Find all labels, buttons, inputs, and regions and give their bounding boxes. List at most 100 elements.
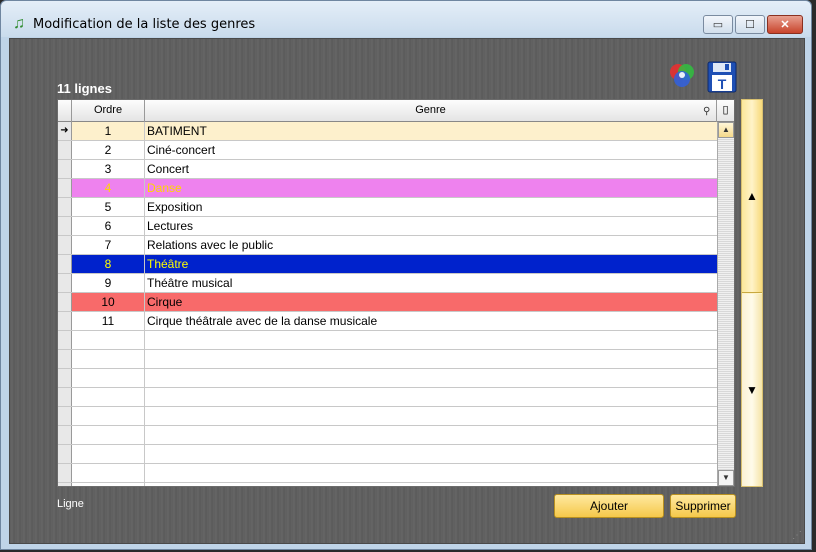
- ordre-cell[interactable]: 7: [72, 236, 145, 254]
- triangle-down-icon: ▼: [746, 383, 758, 397]
- floppy-disk-icon[interactable]: T: [707, 61, 737, 93]
- header-genre[interactable]: Genre: [145, 100, 717, 122]
- title-bar[interactable]: ♫ Modification de la liste des genres ▭ …: [1, 1, 811, 37]
- column-menu-icon[interactable]: ▯: [717, 100, 734, 122]
- table-row[interactable]: 3 Concert: [58, 160, 717, 179]
- empty-row[interactable]: [58, 350, 717, 369]
- row-selector[interactable]: [58, 293, 72, 311]
- table-row[interactable]: 9 Théâtre musical: [58, 274, 717, 293]
- delete-button[interactable]: Supprimer: [670, 494, 736, 518]
- color-wheel-icon[interactable]: [667, 61, 697, 91]
- dialog-window: ♫ Modification de la liste des genres ▭ …: [0, 0, 812, 550]
- minimize-button[interactable]: ▭: [703, 15, 733, 34]
- ordre-cell[interactable]: 6: [72, 217, 145, 235]
- genre-cell[interactable]: Relations avec le public: [146, 236, 716, 254]
- row-selector[interactable]: [58, 179, 72, 197]
- ligne-label: Ligne: [57, 498, 84, 510]
- ordre-cell[interactable]: 2: [72, 141, 145, 159]
- table-header: Ordre Genre ⚲ ▯: [58, 100, 734, 122]
- ordre-cell[interactable]: 8: [72, 255, 145, 273]
- search-icon[interactable]: ⚲: [703, 106, 710, 117]
- genre-cell[interactable]: Danse: [146, 179, 716, 197]
- row-selector[interactable]: [58, 407, 72, 425]
- ordre-cell[interactable]: 4: [72, 179, 145, 197]
- row-selector[interactable]: [58, 274, 72, 292]
- ordre-cell[interactable]: [72, 407, 145, 425]
- ordre-cell[interactable]: [72, 426, 145, 444]
- table-row[interactable]: 7 Relations avec le public: [58, 236, 717, 255]
- row-selector[interactable]: [58, 445, 72, 463]
- genre-cell[interactable]: Théâtre: [146, 255, 716, 273]
- ordre-cell[interactable]: [72, 483, 145, 486]
- minimize-icon: ▭: [712, 19, 724, 31]
- table-row[interactable]: 11 Cirque théâtrale avec de la danse musi…: [58, 312, 717, 331]
- move-down-button[interactable]: ▼: [742, 294, 762, 486]
- table-row[interactable]: ➜ 1 BATIMENT: [58, 122, 717, 141]
- row-selector[interactable]: [58, 255, 72, 273]
- ordre-cell[interactable]: [72, 369, 145, 387]
- empty-row[interactable]: [58, 331, 717, 350]
- header-ordre[interactable]: Ordre: [72, 100, 145, 122]
- ordre-cell[interactable]: [72, 331, 145, 349]
- vertical-scrollbar[interactable]: ▲ ▼: [717, 122, 734, 486]
- row-selector[interactable]: [58, 369, 72, 387]
- empty-row[interactable]: [58, 464, 717, 483]
- row-selector[interactable]: [58, 483, 72, 486]
- row-selector[interactable]: [58, 198, 72, 216]
- table-row[interactable]: 8 Théâtre: [58, 255, 717, 274]
- ordre-cell[interactable]: [72, 464, 145, 482]
- ordre-cell[interactable]: 10: [72, 293, 145, 311]
- empty-row[interactable]: [58, 407, 717, 426]
- row-selector[interactable]: [58, 350, 72, 368]
- move-up-button[interactable]: ▲: [742, 100, 762, 293]
- row-selector[interactable]: [58, 388, 72, 406]
- empty-row[interactable]: [58, 388, 717, 407]
- ordre-cell[interactable]: [72, 445, 145, 463]
- table-row[interactable]: 2 Ciné-concert: [58, 141, 717, 160]
- window-title: Modification de la liste des genres: [33, 17, 256, 32]
- table-row[interactable]: 4 Danse: [58, 179, 717, 198]
- ordre-cell[interactable]: [72, 388, 145, 406]
- table-row[interactable]: 5 Exposition: [58, 198, 717, 217]
- table-row[interactable]: 6 Lectures: [58, 217, 717, 236]
- row-selector[interactable]: [58, 312, 72, 330]
- ordre-cell[interactable]: 11: [72, 312, 145, 330]
- genre-cell[interactable]: Cirque théâtrale avec de la danse musica…: [146, 312, 716, 330]
- header-selector-column: [58, 100, 72, 122]
- row-move-control: ▲ ▼: [741, 99, 763, 487]
- row-selector[interactable]: [58, 331, 72, 349]
- empty-row[interactable]: [58, 445, 717, 464]
- genre-cell[interactable]: Lectures: [146, 217, 716, 235]
- scroll-down-arrow-icon[interactable]: ▼: [718, 470, 734, 486]
- ordre-cell[interactable]: 9: [72, 274, 145, 292]
- row-selector[interactable]: [58, 464, 72, 482]
- music-note-icon: ♫: [13, 15, 25, 32]
- genre-cell[interactable]: Concert: [146, 160, 716, 178]
- table-body: ➜ 1 BATIMENT 2 Ciné-concert 3 Concert 4 Danse 5 Ex…: [58, 122, 717, 486]
- genre-cell[interactable]: Exposition: [146, 198, 716, 216]
- empty-row[interactable]: [58, 483, 717, 486]
- scroll-up-arrow-icon[interactable]: ▲: [718, 122, 734, 138]
- row-selector[interactable]: [58, 236, 72, 254]
- row-selector[interactable]: [58, 141, 72, 159]
- arrow-right-icon[interactable]: ➜: [58, 122, 72, 140]
- maximize-button[interactable]: ☐: [735, 15, 765, 34]
- close-button[interactable]: ✕: [767, 15, 803, 34]
- genre-cell[interactable]: Cirque: [146, 293, 716, 311]
- add-button[interactable]: Ajouter: [554, 494, 664, 518]
- row-selector[interactable]: [58, 217, 72, 235]
- resize-grip-icon[interactable]: ⋰: [792, 530, 802, 541]
- ordre-cell[interactable]: 5: [72, 198, 145, 216]
- table-row[interactable]: 10 Cirque: [58, 293, 717, 312]
- genre-cell[interactable]: Théâtre musical: [146, 274, 716, 292]
- row-selector[interactable]: [58, 426, 72, 444]
- genre-cell[interactable]: BATIMENT: [146, 122, 716, 140]
- ordre-cell[interactable]: 3: [72, 160, 145, 178]
- row-selector[interactable]: [58, 160, 72, 178]
- ordre-cell[interactable]: [72, 350, 145, 368]
- triangle-up-icon: ▲: [746, 189, 758, 203]
- ordre-cell[interactable]: 1: [72, 122, 145, 140]
- empty-row[interactable]: [58, 369, 717, 388]
- genre-cell[interactable]: Ciné-concert: [146, 141, 716, 159]
- empty-row[interactable]: [58, 426, 717, 445]
